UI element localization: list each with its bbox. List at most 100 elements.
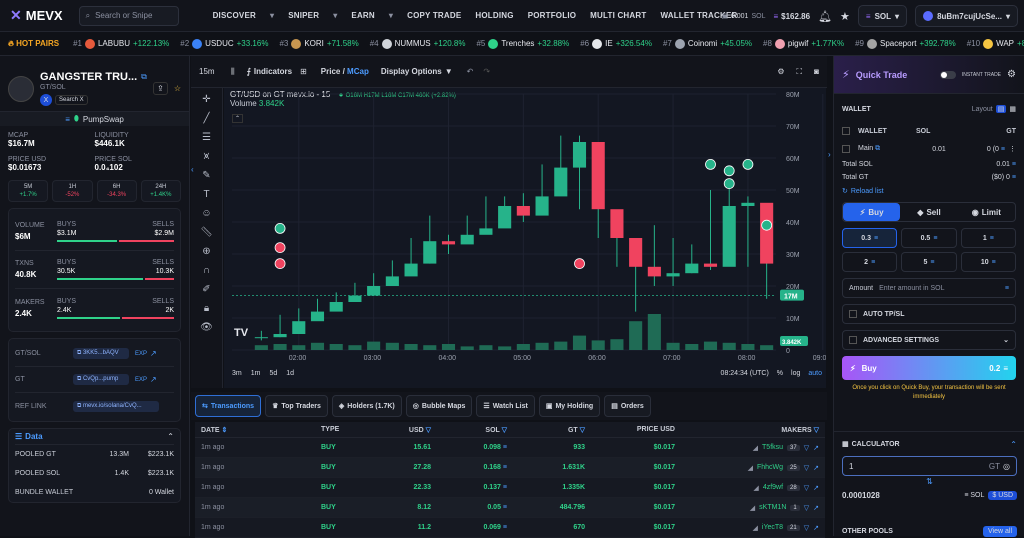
external-link-icon[interactable]: ↗ [813, 444, 819, 452]
tab-transactions[interactable]: ⇆ Transactions [195, 395, 262, 417]
copy-icon[interactable]: ⧉ [875, 145, 880, 152]
timeframe-1h[interactable]: 1H -52% [52, 180, 93, 202]
ticker-item[interactable]: #9 Spaceport +392.78% [855, 38, 956, 49]
table-row[interactable]: 1m ago BUY 15.61 0.098 ≡ 933 $0.017 ◢ T5fksu 37 ▽… [195, 438, 825, 458]
ticker-item[interactable]: #3 KORI +71.58% [279, 38, 359, 49]
price-chart[interactable]: GT/USD on GT mevx.io - 15 ● O16M H17M L1… [224, 88, 826, 388]
candles-icon[interactable]: ⫼ [231, 67, 235, 77]
trade-marker[interactable] [274, 242, 286, 254]
layout-list-icon[interactable]: ▤ [995, 105, 1007, 113]
nav-portfolio[interactable]: PORTFOLIO [528, 11, 576, 20]
filter-icon[interactable]: ▽ [804, 464, 809, 472]
copy-icon[interactable]: ⧉ [141, 72, 147, 82]
table-row[interactable]: 1m ago BUY 22.33 0.137 ≡ 1.335K $0.017 ◢ 4zf9wf… [195, 478, 825, 498]
amount-input[interactable]: Amount Enter amount in SOL ≡ [842, 278, 1016, 298]
limit-tab[interactable]: ◉ Limit [958, 203, 1015, 221]
ticker-item[interactable]: #8 pigwif +1.77K% [763, 38, 844, 49]
indicators-button[interactable]: ⨍ Indicators [247, 67, 292, 76]
pattern-icon[interactable]: ⩙ [204, 151, 210, 162]
camera-icon[interactable]: ◙ [814, 67, 819, 76]
column-header-price-usd[interactable]: PRICE USD [591, 426, 681, 433]
external-link-icon[interactable]: ↗ [150, 349, 157, 358]
external-link-icon[interactable]: ↗ [813, 484, 819, 492]
ticker-item[interactable]: #7 Coinomi +45.05% [663, 38, 752, 49]
tab-orders[interactable]: ▤ Orders [604, 395, 651, 417]
text-tool-icon[interactable]: T [203, 189, 209, 200]
preset-amount-button[interactable]: 1 ≡ [960, 228, 1016, 248]
quick-buy-button[interactable]: ⚡︎ Buy 0.2 ≡ [842, 356, 1016, 380]
ticker-item[interactable]: #5 Trenches +32.88% [476, 38, 569, 49]
address-value[interactable]: ⧉ 3KK5...bAQV [73, 348, 129, 359]
filter-icon[interactable]: ▽ [804, 484, 809, 492]
column-header-type[interactable]: TYPE [315, 426, 387, 433]
external-link-icon[interactable]: ↗ [150, 375, 157, 384]
chevron-up-icon[interactable]: ⌃ [167, 432, 174, 441]
sell-tab[interactable]: ◆ Sell [900, 203, 957, 221]
preset-amount-button[interactable]: 5 ≡ [901, 252, 957, 272]
redo-icon[interactable]: ↷ [483, 67, 490, 76]
preset-amount-button[interactable]: 2 ≡ [842, 252, 898, 272]
magnet-icon[interactable]: ∩ [203, 265, 210, 276]
maker-address[interactable]: sKTM1N [759, 504, 786, 511]
external-link-icon[interactable]: ↗ [813, 524, 819, 532]
trade-marker[interactable] [761, 219, 773, 231]
star-icon[interactable]: ★ [840, 10, 850, 23]
timeframe-24h[interactable]: 24H +1.4K% [140, 180, 181, 202]
undo-icon[interactable]: ↶ [467, 67, 474, 76]
explorer-link[interactable]: EXP [135, 351, 147, 357]
nav-copy-trade[interactable]: COPY TRADE [407, 11, 461, 20]
range-5d[interactable]: 5d [269, 370, 277, 377]
checkbox[interactable] [842, 127, 850, 135]
advanced-settings-toggle[interactable]: ADVANCED SETTINGS ⌄ [842, 330, 1016, 350]
preset-amount-button[interactable]: 0.3 ≡ [842, 228, 898, 248]
favorite-star-icon[interactable]: ☆ [174, 84, 181, 93]
crosshair-icon[interactable]: ✛ [202, 94, 210, 105]
calculator-input[interactable]: 1 GT ◎ [842, 456, 1017, 476]
settings-icon[interactable]: ⚙ [777, 67, 784, 76]
usd-toggle[interactable]: $ USD [988, 490, 1017, 500]
eye-icon[interactable]: 👁︎ [200, 322, 213, 333]
zoom-icon[interactable]: ⊕ [202, 246, 210, 257]
address-value[interactable]: ⧉ CvQp...pump [73, 374, 129, 385]
trade-marker[interactable] [742, 159, 754, 170]
trade-marker[interactable] [723, 165, 735, 177]
trade-marker[interactable] [723, 178, 735, 189]
address-value[interactable]: ⧉ mevx.io/solana/CvQ... [73, 400, 159, 412]
ruler-icon[interactable]: 📏︎ [200, 227, 213, 238]
display-options-button[interactable]: Display Options ▼ [381, 67, 453, 76]
trade-marker[interactable] [705, 159, 716, 170]
maker-address[interactable]: T5fksu [762, 444, 783, 451]
range-1d[interactable]: 1d [286, 370, 294, 377]
trade-marker[interactable] [574, 258, 585, 270]
interval-selector[interactable]: 15m [199, 67, 227, 76]
buy-tab[interactable]: ⚡︎ Buy [843, 203, 901, 221]
preset-amount-button[interactable]: 10 ≡ [960, 252, 1016, 272]
ticker-item[interactable]: #10WAP+81.87% [967, 38, 1024, 49]
tab-holders-k[interactable]: ◈ Holders (1.7K) [331, 395, 402, 417]
filter-icon[interactable]: ▽ [804, 504, 809, 512]
share-icon[interactable]: ⇪ [153, 82, 168, 95]
chevron-up-icon[interactable]: ⌃ [1010, 440, 1017, 449]
external-link-icon[interactable]: ↗ [813, 504, 819, 512]
swap-icon[interactable]: ⇅ [842, 476, 1017, 486]
timeframe-6h[interactable]: 6H -34.3% [96, 180, 137, 202]
sol-toggle[interactable]: ≡ SOL [960, 491, 988, 500]
trend-line-icon[interactable]: ╱ [203, 113, 209, 124]
column-header-usd[interactable]: USD ▽ [387, 426, 437, 434]
ticker-item[interactable]: #4 NUMMUS +120.8% [370, 38, 465, 49]
nav-discover[interactable]: DISCOVER [213, 11, 256, 20]
preset-amount-button[interactable]: 0.5 ≡ [901, 228, 957, 248]
external-link-icon[interactable]: ↗ [813, 464, 819, 472]
column-header-date[interactable]: DATE ⇕ [195, 426, 315, 434]
table-row[interactable]: 1m ago BUY 27.28 0.168 ≡ 1.631K $0.017 ◢ FhhcWg… [195, 458, 825, 478]
tab-watch-list[interactable]: ☰ Watch List [476, 395, 535, 417]
trade-marker[interactable] [274, 258, 286, 270]
layout-grid-icon[interactable]: ⊞ [300, 67, 307, 76]
log-toggle[interactable]: log [791, 370, 800, 377]
column-header-makers[interactable]: MAKERS ▽ [681, 426, 825, 434]
table-row[interactable]: 1m ago BUY 8.12 0.05 ≡ 484.796 $0.017 ◢ sKTM1N 1… [195, 498, 825, 518]
wallet-selector[interactable]: 8uBm7cujUcSe... ▾ [915, 5, 1018, 27]
expand-left-icon[interactable]: ‹ [191, 165, 194, 174]
nav-multi-chart[interactable]: MULTI CHART [590, 11, 646, 20]
fib-icon[interactable]: ☰ [202, 132, 211, 143]
